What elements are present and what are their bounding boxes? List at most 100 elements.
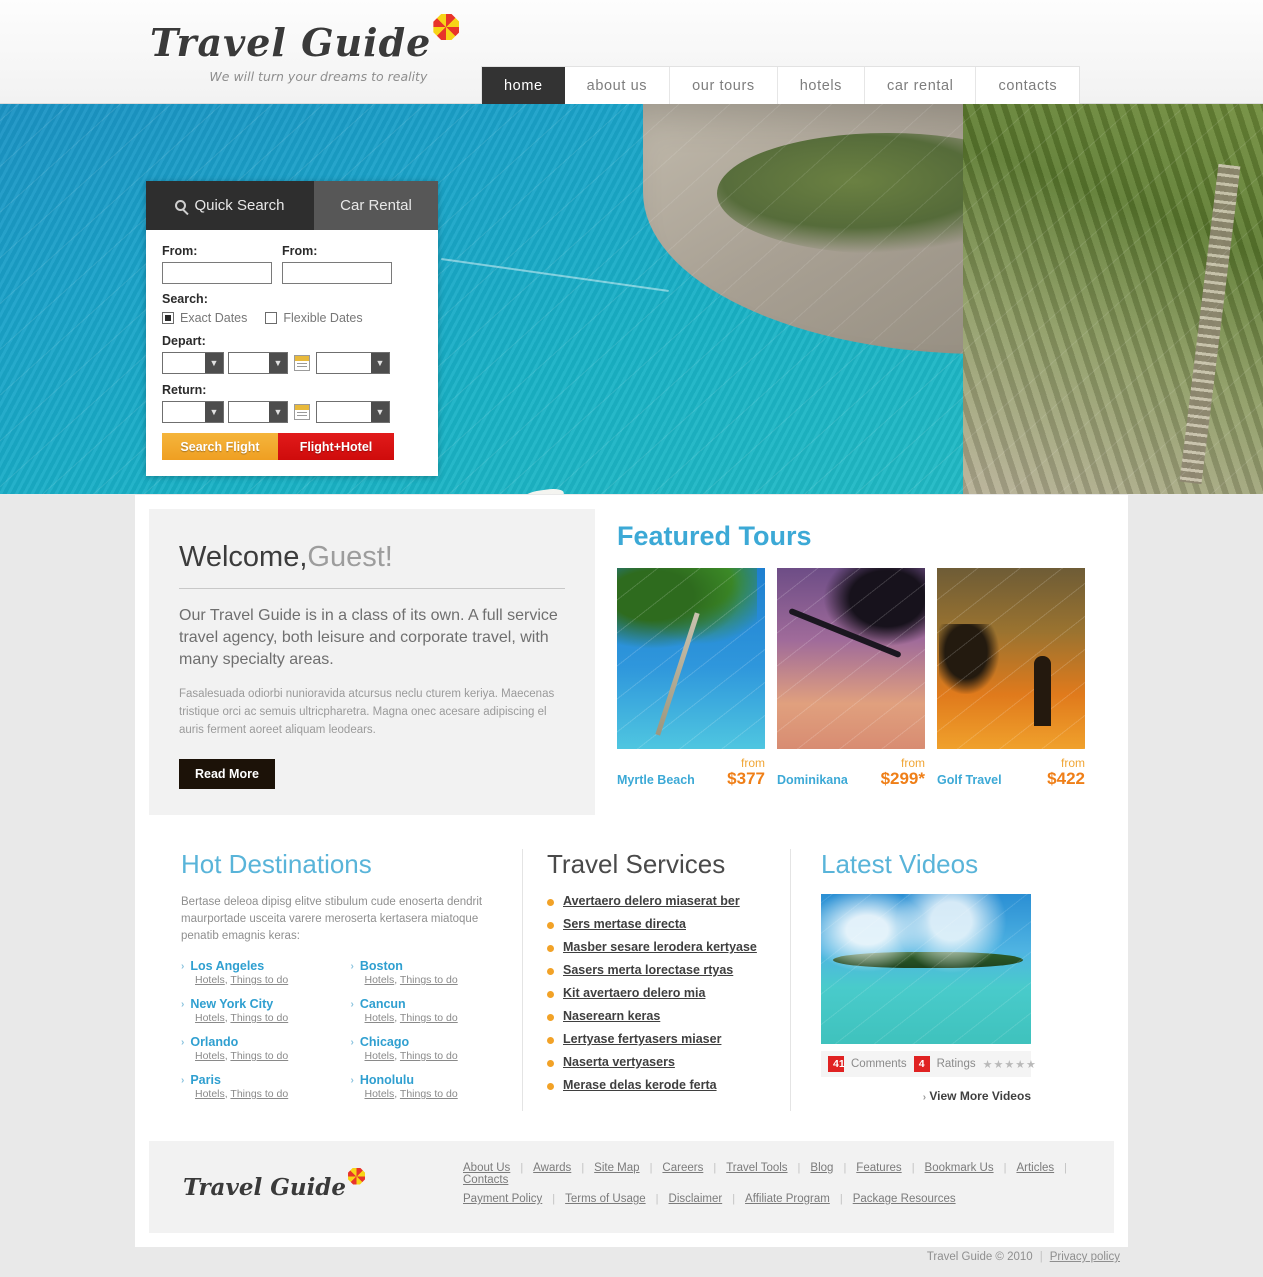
nav-item-contacts[interactable]: contacts (976, 67, 1080, 104)
footer-link-affiliate-program[interactable]: Affiliate Program (745, 1193, 830, 1205)
footer-link-blog[interactable]: Blog (810, 1162, 833, 1174)
tour-card[interactable]: Myrtle Beach from $377 (617, 568, 765, 787)
hero-green-cliff (963, 104, 1263, 494)
return-year-select[interactable]: ▼ (316, 401, 390, 423)
footer-link-about-us[interactable]: About Us (463, 1162, 510, 1174)
footer-link-site-map[interactable]: Site Map (594, 1162, 639, 1174)
tour-name[interactable]: Dominikana (777, 773, 848, 787)
hotels-link[interactable]: Hotels (365, 1088, 395, 1100)
footer-link-contacts[interactable]: Contacts (463, 1174, 508, 1186)
list-item[interactable]: Avertaero delero miaserat ber (547, 894, 766, 908)
list-item[interactable]: Merase delas kerode ferta (547, 1078, 766, 1092)
service-link[interactable]: Merase delas kerode ferta (563, 1078, 717, 1092)
footer-link-terms-of-usage[interactable]: Terms of Usage (565, 1193, 646, 1205)
nav-item-hotels[interactable]: hotels (777, 67, 866, 104)
list-item[interactable]: Kit avertaero delero mia (547, 986, 766, 1000)
destination-link[interactable]: › Boston (351, 959, 499, 973)
destination-link[interactable]: › Cancun (351, 997, 499, 1011)
things-to-do-link[interactable]: Things to do (400, 1050, 458, 1062)
destination-link[interactable]: › Honolulu (351, 1073, 499, 1087)
destination-link[interactable]: › Orlando (181, 1035, 329, 1049)
tour-card[interactable]: Golf Travel from $422 (937, 568, 1085, 787)
tab-car-rental[interactable]: Car Rental (314, 181, 438, 230)
things-to-do-link[interactable]: Things to do (230, 1088, 288, 1100)
destination-link[interactable]: › Paris (181, 1073, 329, 1087)
hotels-link[interactable]: Hotels (365, 1012, 395, 1024)
service-link[interactable]: Sers mertase directa (563, 917, 686, 931)
tour-image-myrtle-beach[interactable] (617, 568, 765, 749)
return-calendar-icon[interactable] (294, 404, 310, 420)
list-item[interactable]: Masber sesare lerodera kertyase (547, 940, 766, 954)
flexible-dates-option[interactable]: Flexible Dates (265, 311, 363, 325)
nav-item-our-tours[interactable]: our tours (670, 67, 778, 104)
hotels-link[interactable]: Hotels (195, 1012, 225, 1024)
tab-quick-search[interactable]: Quick Search (146, 181, 314, 230)
tour-info: Dominikana from $299* (777, 757, 925, 788)
tour-name[interactable]: Myrtle Beach (617, 773, 695, 787)
service-link[interactable]: Masber sesare lerodera kertyase (563, 940, 757, 954)
footer-link-careers[interactable]: Careers (662, 1162, 703, 1174)
destination-link[interactable]: › New York City (181, 997, 329, 1011)
depart-month-select[interactable]: ▼ (228, 352, 288, 374)
footer-link-awards[interactable]: Awards (533, 1162, 571, 1174)
footer-link-disclaimer[interactable]: Disclaimer (669, 1193, 723, 1205)
service-link[interactable]: Naserearn keras (563, 1009, 660, 1023)
tour-card[interactable]: Dominikana from $299* (777, 568, 925, 787)
tour-image-dominikana[interactable] (777, 568, 925, 749)
hotels-link[interactable]: Hotels (365, 974, 395, 986)
from-input-2[interactable] (282, 262, 392, 284)
things-to-do-link[interactable]: Things to do (400, 1088, 458, 1100)
list-item[interactable]: Naserta vertyasers (547, 1055, 766, 1069)
view-more-videos-link[interactable]: › View More Videos (821, 1089, 1031, 1103)
read-more-button[interactable]: Read More (179, 759, 275, 789)
destination-link[interactable]: › Los Angeles (181, 959, 329, 973)
nav-item-car-rental[interactable]: car rental (865, 67, 977, 104)
service-link[interactable]: Kit avertaero delero mia (563, 986, 705, 1000)
tour-image-golf-travel[interactable] (937, 568, 1085, 749)
list-item[interactable]: Lertyase fertyasers miaser (547, 1032, 766, 1046)
service-link[interactable]: Avertaero delero miaserat ber (563, 894, 740, 908)
nav-item-home[interactable]: home (482, 67, 565, 104)
hotels-link[interactable]: Hotels (195, 974, 225, 986)
service-link[interactable]: Naserta vertyasers (563, 1055, 675, 1069)
things-to-do-link[interactable]: Things to do (400, 1012, 458, 1024)
things-to-do-link[interactable]: Things to do (230, 974, 288, 986)
footer-logo[interactable]: Travel Guide (183, 1167, 463, 1201)
flexible-dates-checkbox[interactable] (265, 312, 278, 324)
tour-name[interactable]: Golf Travel (937, 773, 1002, 787)
depart-year-select[interactable]: ▼ (316, 352, 390, 374)
footer-link-package-resources[interactable]: Package Resources (853, 1193, 956, 1205)
hotels-link[interactable]: Hotels (195, 1050, 225, 1062)
footer-link-articles[interactable]: Articles (1016, 1162, 1054, 1174)
from-input-1[interactable] (162, 262, 272, 284)
things-to-do-link[interactable]: Things to do (400, 974, 458, 986)
site-logo[interactable]: Travel Guide We will turn your dreams to… (150, 14, 460, 84)
hotels-link[interactable]: Hotels (365, 1050, 395, 1062)
depart-calendar-icon[interactable] (294, 355, 310, 371)
return-month-select[interactable]: ▼ (228, 401, 288, 423)
umbrella-icon (433, 14, 460, 40)
footer-link-features[interactable]: Features (856, 1162, 901, 1174)
exact-dates-option[interactable]: Exact Dates (162, 311, 247, 325)
footer-link-travel-tools[interactable]: Travel Tools (726, 1162, 787, 1174)
hotels-link[interactable]: Hotels (195, 1088, 225, 1100)
things-to-do-link[interactable]: Things to do (230, 1012, 288, 1024)
exact-dates-checkbox[interactable] (162, 312, 174, 324)
return-day-select[interactable]: ▼ (162, 401, 224, 423)
list-item[interactable]: Sers mertase directa (547, 917, 766, 931)
footer-link-bookmark-us[interactable]: Bookmark Us (925, 1162, 994, 1174)
list-item[interactable]: Naserearn keras (547, 1009, 766, 1023)
search-flight-button[interactable]: Search Flight (162, 433, 278, 460)
footer-link-payment-policy[interactable]: Payment Policy (463, 1193, 542, 1205)
service-link[interactable]: Sasers merta lorectase rtyas (563, 963, 733, 977)
destination-link[interactable]: › Chicago (351, 1035, 499, 1049)
flight-hotel-button[interactable]: Flight+Hotel (278, 433, 394, 460)
depart-day-select[interactable]: ▼ (162, 352, 224, 374)
list-item[interactable]: Sasers merta lorectase rtyas (547, 963, 766, 977)
destination-name: Los Angeles (190, 959, 265, 973)
nav-item-about-us[interactable]: about us (564, 67, 671, 104)
privacy-policy-link[interactable]: Privacy policy (1050, 1251, 1120, 1263)
service-link[interactable]: Lertyase fertyasers miaser (563, 1032, 721, 1046)
video-thumbnail[interactable] (821, 894, 1031, 1044)
things-to-do-link[interactable]: Things to do (230, 1050, 288, 1062)
